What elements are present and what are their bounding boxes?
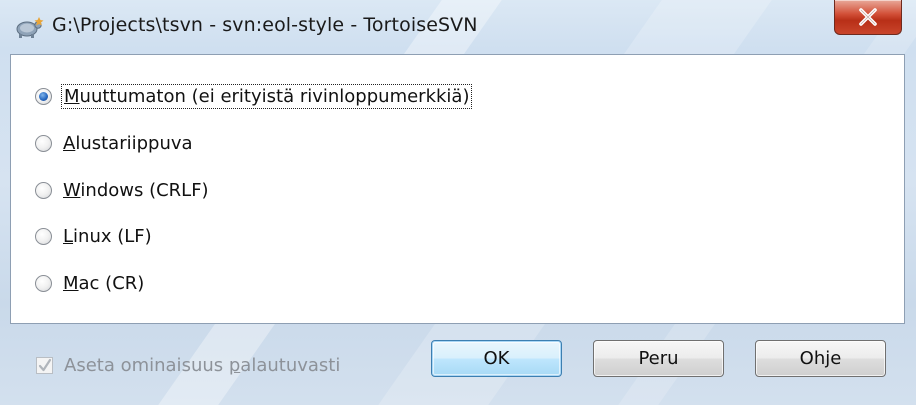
recursive-checkbox bbox=[36, 357, 53, 374]
recursive-label: Aseta ominaisuus palautuvasti bbox=[64, 355, 341, 376]
ok-button[interactable]: OK bbox=[431, 340, 562, 377]
radio-button[interactable] bbox=[35, 274, 52, 292]
close-icon bbox=[835, 0, 901, 34]
radio-label: Windows (CRLF) bbox=[63, 179, 209, 201]
eol-style-panel: Muuttumaton (ei erityistä rivinloppumerk… bbox=[10, 54, 905, 324]
radio-option-native[interactable]: Alustariippuva bbox=[35, 128, 193, 158]
radio-button[interactable] bbox=[35, 181, 52, 199]
radio-label: Linux (LF) bbox=[63, 225, 152, 247]
radio-option-linux[interactable]: Linux (LF) bbox=[35, 221, 152, 251]
radio-label: Alustariippuva bbox=[63, 132, 193, 154]
radio-option-unchanged[interactable]: Muuttumaton (ei erityistä rivinloppumerk… bbox=[35, 81, 473, 111]
radio-option-mac[interactable]: Mac (CR) bbox=[35, 268, 144, 298]
radio-button[interactable] bbox=[35, 227, 52, 245]
radio-button[interactable] bbox=[35, 87, 52, 105]
check-icon bbox=[38, 358, 52, 372]
dialog-window: G:\Projects\tsvn - svn:eol-style - Torto… bbox=[0, 0, 916, 405]
cancel-button[interactable]: Peru bbox=[593, 340, 724, 377]
close-button[interactable] bbox=[834, 0, 902, 35]
radio-label: Muuttumaton (ei erityistä rivinloppumerk… bbox=[60, 83, 473, 109]
radio-option-windows[interactable]: Windows (CRLF) bbox=[35, 175, 209, 205]
radio-label: Mac (CR) bbox=[63, 272, 145, 294]
title-bar[interactable]: G:\Projects\tsvn - svn:eol-style - Torto… bbox=[0, 0, 916, 54]
help-button[interactable]: Ohje bbox=[755, 340, 886, 377]
recursive-checkbox-row: Aseta ominaisuus palautuvasti bbox=[36, 355, 340, 376]
window-title: G:\Projects\tsvn - svn:eol-style - Torto… bbox=[52, 14, 478, 36]
radio-button[interactable] bbox=[35, 134, 52, 152]
tortoisesvn-icon[interactable] bbox=[14, 14, 44, 40]
